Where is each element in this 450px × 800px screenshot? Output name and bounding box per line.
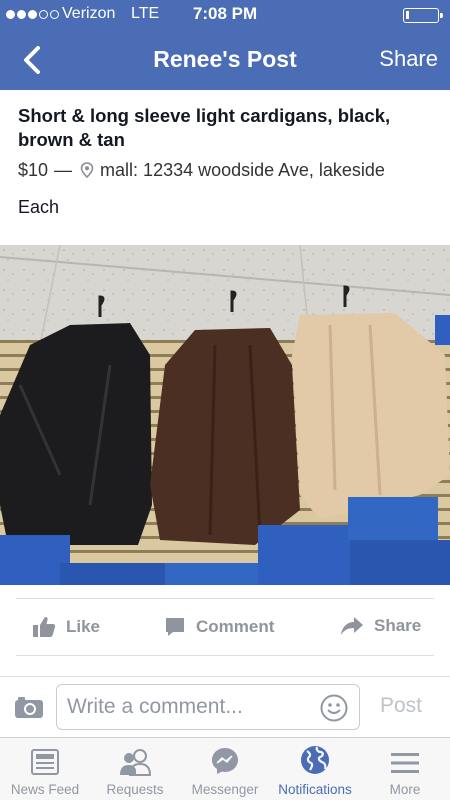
post-header: Short & long sleeve light cardigans, bla… [18,104,433,182]
friend-requests-icon [120,749,152,776]
thumbs-up-icon [33,617,56,637]
tab-label: More [389,782,421,797]
tab-requests[interactable]: Requests [90,738,180,800]
camera-icon[interactable] [14,695,44,719]
tab-news-feed[interactable]: News Feed [0,738,90,800]
post-location[interactable]: mall: 12334 woodside Ave, lakeside [100,158,385,182]
emoji-icon[interactable] [320,694,348,722]
post-actions: Like Comment Share [16,598,434,656]
tab-label: Requests [106,782,164,797]
battery-icon [403,8,443,23]
meta-separator: — [54,160,73,180]
comment-bubble-icon [166,618,184,636]
post-meta: $10 — mall: 12334 woodside Ave, lakeside [18,158,433,182]
post-comment-button[interactable]: Post [380,694,422,718]
tab-more[interactable]: More [360,738,450,800]
menu-icon [391,753,419,773]
top-bar: Verizon LTE 7:08 PM Renee's Post Share [0,0,450,90]
globe-icon [301,746,329,774]
comment-bar: Write a comment... Post [0,677,450,737]
comment-input[interactable]: Write a comment... [56,684,360,730]
share-arrow-icon [341,617,363,635]
tab-label: Notifications [278,782,352,797]
tab-messenger[interactable]: Messenger [180,738,270,800]
like-button[interactable]: Like [32,616,100,638]
share-label: Share [374,616,422,635]
tab-label: Messenger [191,782,259,797]
like-label: Like [66,617,101,636]
share-nav-button[interactable]: Share [379,46,438,72]
post-photo[interactable] [0,245,450,585]
messenger-icon [212,748,238,774]
comment-button[interactable]: Comment [164,616,274,638]
status-bar: Verizon LTE 7:08 PM [0,0,450,30]
location-pin-icon [80,162,94,178]
comment-label: Comment [196,617,275,636]
tab-label: News Feed [10,782,80,797]
share-button[interactable]: Share [340,616,421,636]
status-time: 7:08 PM [192,4,258,23]
nav-bar: Renee's Post Share [0,30,450,90]
post-body: Each [18,197,60,217]
tab-notifications[interactable]: Notifications [270,738,360,800]
news-feed-icon [31,749,59,775]
post-title: Short & long sleeve light cardigans, bla… [18,105,391,150]
tab-bar: News Feed Requests Messenger Notificatio… [0,737,450,800]
post-price: $10 [18,160,49,180]
